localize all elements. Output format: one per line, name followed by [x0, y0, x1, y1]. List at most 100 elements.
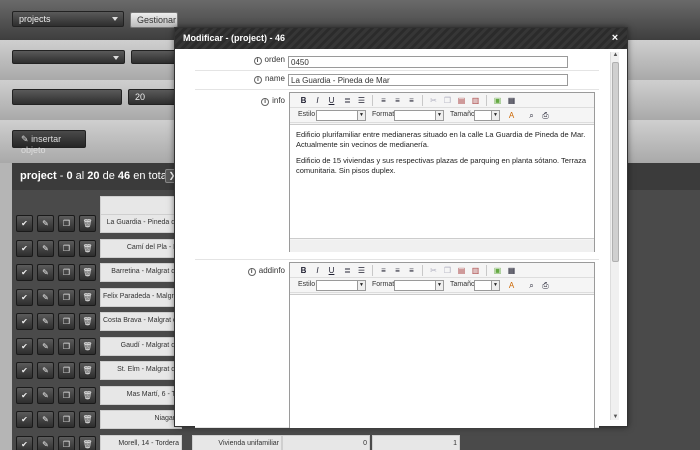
trash-icon[interactable]: 🗑 — [79, 313, 96, 330]
align-center-icon[interactable]: ≡ — [392, 95, 403, 106]
table-icon[interactable]: ▦ — [506, 95, 517, 106]
check-icon[interactable]: ✔ — [16, 239, 33, 257]
toolbar-divider — [372, 265, 373, 276]
table-icon[interactable]: ▦ — [506, 265, 517, 276]
wrench-icon[interactable]: ✎ — [37, 386, 54, 404]
info-text-area[interactable]: Edificio plurifamiliar entre medianeras … — [290, 124, 594, 239]
format-dropdown[interactable]: ▼ — [394, 110, 444, 121]
check-icon[interactable]: ✔ — [16, 362, 33, 379]
copy-icon[interactable]: ❐ — [58, 313, 75, 330]
align-left-icon[interactable]: ≡ — [378, 265, 389, 276]
name-input[interactable]: La Guardia - Pineda de Mar — [288, 74, 568, 86]
bold-icon[interactable]: B — [298, 265, 309, 276]
copy-icon[interactable]: ❐ — [58, 239, 75, 257]
per-page-select[interactable]: 20 — [128, 89, 180, 105]
check-icon[interactable]: ✔ — [16, 288, 33, 306]
print-icon[interactable]: ⎙ — [540, 280, 551, 291]
bold-icon[interactable]: B — [298, 95, 309, 106]
copy-icon[interactable]: ❐ — [442, 95, 453, 106]
check-icon[interactable]: ✔ — [16, 264, 33, 281]
trash-icon[interactable]: 🗑 — [79, 239, 96, 257]
size-dropdown[interactable]: ▼ — [474, 280, 500, 291]
size-label: Tamaño — [450, 281, 475, 288]
wrench-icon[interactable]: ✎ — [37, 239, 54, 257]
manage-button[interactable]: Gestionar — [130, 12, 178, 28]
orden-input[interactable]: 0450 — [288, 56, 568, 68]
copy-icon[interactable]: ❐ — [58, 411, 75, 428]
wrench-icon[interactable]: ✎ — [37, 337, 54, 355]
format-dropdown[interactable]: ▼ — [394, 280, 444, 291]
image-icon[interactable]: ▣ — [492, 265, 503, 276]
underline-icon[interactable]: U — [326, 265, 337, 276]
paste-word-icon[interactable]: ▥ — [470, 265, 481, 276]
find-icon[interactable]: ⌕ — [526, 280, 537, 291]
wrench-icon[interactable]: ✎ — [37, 215, 54, 232]
check-icon[interactable]: ✔ — [16, 435, 33, 450]
editor-status-bar — [290, 240, 594, 252]
size-dropdown[interactable]: ▼ — [474, 110, 500, 121]
trash-icon[interactable]: 🗑 — [79, 288, 96, 306]
trash-icon[interactable]: 🗑 — [79, 411, 96, 428]
copy-icon[interactable]: ❐ — [442, 265, 453, 276]
addinfo-text-area[interactable] — [290, 294, 594, 428]
align-left-icon[interactable]: ≡ — [378, 95, 389, 106]
cut-icon[interactable]: ✂ — [428, 265, 439, 276]
image-icon[interactable]: ▣ — [492, 95, 503, 106]
copy-icon[interactable]: ❐ — [58, 362, 75, 379]
copy-icon[interactable]: ❐ — [58, 337, 75, 355]
find-icon[interactable]: ⌕ — [526, 110, 537, 121]
bullet-list-icon[interactable]: ☰ — [356, 265, 367, 276]
check-icon[interactable]: ✔ — [16, 411, 33, 428]
insert-object-button[interactable]: ✎ insertar objeto — [12, 130, 86, 155]
ordered-list-icon[interactable]: ≣ — [342, 265, 353, 276]
text-color-icon[interactable]: A — [506, 110, 517, 121]
copy-icon[interactable]: ❐ — [58, 215, 75, 232]
wrench-icon[interactable]: ✎ — [37, 313, 54, 330]
close-icon[interactable]: × — [609, 32, 621, 44]
wrench-icon[interactable]: ✎ — [37, 362, 54, 379]
paste-word-icon[interactable]: ▥ — [470, 95, 481, 106]
underline-icon[interactable]: U — [326, 95, 337, 106]
wrench-icon[interactable]: ✎ — [37, 288, 54, 306]
modal-title: Modificar - (project) - 46 — [183, 33, 286, 43]
filter-select-1[interactable] — [12, 50, 125, 64]
align-right-icon[interactable]: ≡ — [406, 95, 417, 106]
scrollbar-thumb[interactable] — [612, 62, 619, 262]
italic-icon[interactable]: I — [312, 265, 323, 276]
trash-icon[interactable]: 🗑 — [79, 215, 96, 232]
check-icon[interactable]: ✔ — [16, 215, 33, 232]
style-dropdown[interactable]: ▼ — [316, 280, 366, 291]
paste-icon[interactable]: ▤ — [456, 265, 467, 276]
copy-icon[interactable]: ❐ — [58, 386, 75, 404]
trash-icon[interactable]: 🗑 — [79, 435, 96, 450]
wrench-icon[interactable]: ✎ — [37, 411, 54, 428]
text-color-icon[interactable]: A — [506, 280, 517, 291]
copy-icon[interactable]: ❐ — [58, 435, 75, 450]
trash-icon[interactable]: 🗑 — [79, 264, 96, 281]
copy-icon[interactable]: ❐ — [58, 288, 75, 306]
check-icon[interactable]: ✔ — [16, 313, 33, 330]
cut-icon[interactable]: ✂ — [428, 95, 439, 106]
ordered-list-icon[interactable]: ≣ — [342, 95, 353, 106]
copy-icon[interactable]: ❐ — [58, 264, 75, 281]
align-right-icon[interactable]: ≡ — [406, 265, 417, 276]
check-icon[interactable]: ✔ — [16, 337, 33, 355]
print-icon[interactable]: ⎙ — [540, 110, 551, 121]
search-field[interactable] — [12, 89, 122, 105]
trash-icon[interactable]: 🗑 — [79, 386, 96, 404]
italic-icon[interactable]: I — [312, 95, 323, 106]
align-center-icon[interactable]: ≡ — [392, 265, 403, 276]
check-icon[interactable]: ✔ — [16, 386, 33, 404]
trash-icon[interactable]: 🗑 — [79, 362, 96, 379]
bullet-list-icon[interactable]: ☰ — [356, 95, 367, 106]
wrench-icon[interactable]: ✎ — [37, 435, 54, 450]
module-select[interactable]: projects — [12, 11, 124, 27]
wrench-icon[interactable]: ✎ — [37, 264, 54, 281]
modal-scrollbar[interactable]: ▲ ▼ — [610, 52, 619, 420]
paste-icon[interactable]: ▤ — [456, 95, 467, 106]
trash-icon[interactable]: 🗑 — [79, 337, 96, 355]
row-name-cell: St. Elm - Malgrat de — [100, 361, 182, 380]
scroll-down-icon[interactable]: ▼ — [612, 414, 619, 420]
style-dropdown[interactable]: ▼ — [316, 110, 366, 121]
scroll-up-icon[interactable]: ▲ — [612, 52, 619, 58]
